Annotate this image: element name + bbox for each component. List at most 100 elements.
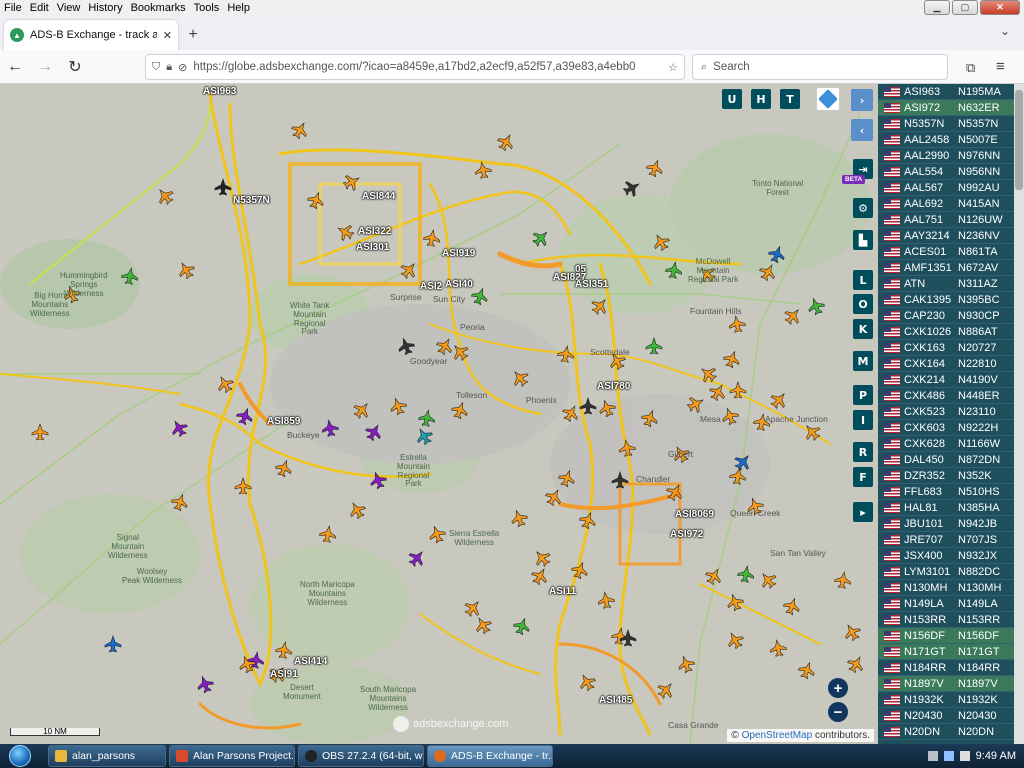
aircraft-row[interactable]: N149LA N149LA [878, 596, 1014, 612]
map-canvas[interactable] [0, 84, 878, 744]
layers-button[interactable] [816, 87, 840, 111]
aircraft-row[interactable]: HAL81 N385HA [878, 500, 1014, 516]
aircraft-list-panel[interactable]: ASI963 N195MA ASI972 N632ER N5357N N5357N AAL2… [878, 84, 1024, 744]
aircraft-icon[interactable] [406, 547, 429, 570]
aircraft-icon[interactable] [531, 547, 554, 570]
aircraft-row[interactable]: CAK1395 N395BC [878, 292, 1014, 308]
units-button[interactable]: U [722, 89, 742, 109]
aircraft-row[interactable]: CXK163 N20727 [878, 340, 1014, 356]
aircraft-icon[interactable] [31, 423, 49, 441]
menu-help[interactable]: Help [223, 2, 254, 14]
aircraft-row[interactable]: ASI972 N632ER [878, 100, 1014, 116]
taskbar-item-obs[interactable]: OBS 27.2.4 (64-bit, wi... [298, 745, 424, 767]
url-text[interactable]: https://globe.adsbexchange.com/?icao=a84… [193, 61, 662, 73]
aircraft-row[interactable]: AAL692 N415AN [878, 196, 1014, 212]
aircraft-row[interactable]: JBU101 N942JB [878, 516, 1014, 532]
toggle-o-button[interactable]: O [853, 294, 873, 314]
aircraft-row[interactable]: N20430 N20430 [878, 708, 1014, 724]
close-window-button[interactable]: ✕ [980, 0, 1020, 15]
aircraft-icon[interactable] [306, 190, 327, 211]
menu-file[interactable]: File [0, 2, 26, 14]
aircraft-row[interactable]: ATN N311AZ [878, 276, 1014, 292]
aircraft-icon[interactable] [845, 653, 867, 675]
aircraft-row[interactable]: JRE707 N707JS [878, 532, 1014, 548]
maximize-button[interactable]: ▢ [952, 0, 978, 15]
search-box[interactable]: ⌕ Search [692, 54, 948, 80]
aircraft-icon[interactable] [530, 227, 553, 250]
aircraft-row[interactable]: N1897V N1897V [878, 676, 1014, 692]
scroll-thumb[interactable] [1015, 90, 1023, 190]
aircraft-row[interactable]: N184RR N184RR [878, 660, 1014, 676]
forward-button[interactable]: → [30, 53, 60, 81]
aircraft-icon[interactable] [806, 296, 827, 317]
aircraft-icon[interactable] [697, 363, 720, 386]
aircraft-icon[interactable] [576, 671, 598, 693]
aircraft-icon[interactable] [427, 524, 448, 545]
aircraft-icon[interactable] [801, 421, 824, 444]
aircraft-icon[interactable] [341, 171, 363, 193]
toggle-i-button[interactable]: I [853, 410, 873, 430]
aircraft-icon[interactable] [703, 565, 725, 587]
aircraft-icon[interactable] [782, 305, 805, 328]
aircraft-icon[interactable] [168, 417, 190, 439]
toggle-l-button[interactable]: L [853, 270, 873, 290]
aircraft-row[interactable]: CXK523 N23110 [878, 404, 1014, 420]
aircraft-icon[interactable] [768, 389, 791, 412]
aircraft-row[interactable]: AAL2458 N5007E [878, 132, 1014, 148]
aircraft-row[interactable]: AAL751 N126UW [878, 212, 1014, 228]
aircraft-icon[interactable] [334, 221, 356, 243]
tab-adsb-exchange[interactable]: ▲ ADS-B Exchange - track aircraft ✕ [4, 20, 178, 50]
taskbar-item-alan-parsons[interactable]: Alan Parsons Project... [169, 745, 295, 767]
bookmark-star-icon[interactable]: ☆ [668, 61, 678, 74]
toggle-r-button[interactable]: R [853, 442, 873, 462]
collapse-panel-button[interactable]: ‹ [851, 119, 873, 141]
aircraft-icon[interactable] [645, 337, 663, 355]
aircraft-row[interactable]: FFL683 N510HS [878, 484, 1014, 500]
aircraft-icon[interactable] [509, 508, 530, 529]
zoom-out-button[interactable]: − [828, 702, 848, 722]
aircraft-icon[interactable] [841, 621, 863, 643]
aircraft-icon[interactable] [274, 458, 295, 479]
aircraft-icon[interactable] [175, 259, 197, 281]
aircraft-row[interactable]: N20DN N20DN [878, 724, 1014, 740]
aircraft-icon[interactable] [834, 571, 853, 590]
menu-bookmarks[interactable]: Bookmarks [127, 2, 190, 14]
tab-list-chevron-icon[interactable]: ⌄ [1000, 24, 1010, 38]
back-button[interactable]: ← [0, 53, 30, 81]
menu-history[interactable]: History [84, 2, 126, 14]
aircraft-icon[interactable] [423, 229, 442, 248]
aircraft-row[interactable]: CXK486 N448ER [878, 388, 1014, 404]
aircraft-icon[interactable] [470, 286, 491, 307]
aircraft-icon[interactable] [728, 315, 747, 334]
aircraft-row[interactable]: DZR352 N352K [878, 468, 1014, 484]
aircraft-icon[interactable] [472, 614, 494, 636]
tab-close-button[interactable]: ✕ [163, 29, 172, 42]
aircraft-icon[interactable] [495, 131, 517, 153]
menu-view[interactable]: View [53, 2, 85, 14]
aircraft-icon[interactable] [676, 654, 697, 675]
aircraft-icon[interactable] [769, 639, 788, 658]
hamburger-menu-icon[interactable]: ≡ [996, 58, 1005, 75]
aircraft-icon[interactable] [645, 158, 666, 179]
panel-scrollbar[interactable] [1014, 84, 1024, 744]
aircraft-row[interactable]: JSX400 N932JX [878, 548, 1014, 564]
aircraft-icon[interactable] [346, 499, 368, 521]
aircraft-row[interactable]: ASI963 N195MA [878, 84, 1014, 100]
volume-tray-icon[interactable] [959, 751, 970, 761]
aircraft-row[interactable]: DAL450 N872DN [878, 452, 1014, 468]
aircraft-row[interactable]: LYM3101 N882DC [878, 564, 1014, 580]
aircraft-icon[interactable] [235, 406, 256, 427]
aircraft-row[interactable]: ACES01 N861TA [878, 244, 1014, 260]
extensions-icon[interactable]: ⧉ [966, 60, 975, 76]
lock-icon[interactable]: 🔒︎ [166, 61, 172, 74]
toggle-k-button[interactable]: K [853, 319, 873, 339]
aircraft-row[interactable]: CXK628 N1166W [878, 436, 1014, 452]
address-bar[interactable]: ⛉ 🔒︎ ⊘ https://globe.adsbexchange.com/?i… [145, 54, 685, 80]
map-view[interactable]: Tonto National Forest Hummingbird Springs W… [0, 84, 878, 744]
minimize-button[interactable]: ▁ [924, 0, 950, 15]
aircraft-row[interactable]: CXK164 N22810 [878, 356, 1014, 372]
toggle-p-button[interactable]: P [853, 385, 873, 405]
aircraft-icon[interactable] [462, 597, 485, 620]
aircraft-row[interactable]: N156DF N156DF [878, 628, 1014, 644]
flag-tray-icon[interactable] [927, 751, 938, 761]
